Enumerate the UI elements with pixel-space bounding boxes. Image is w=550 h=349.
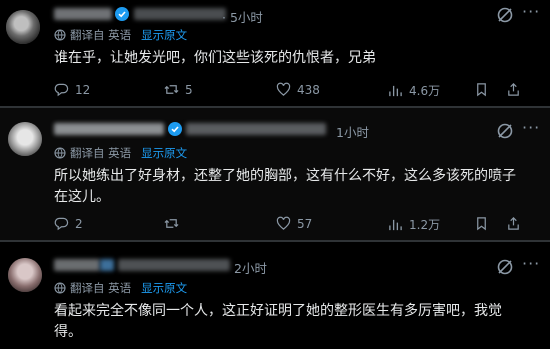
- reply-icon: [54, 83, 69, 97]
- show-original-link[interactable]: 显示原文: [141, 27, 187, 43]
- action-bar: 12 5 438 4.6万: [54, 82, 534, 98]
- views-icon: [389, 85, 402, 97]
- reply-post[interactable]: 2小时 ··· 翻译自 英语 显示原文 看起来完全不像同一个人，这正好证明了她的…: [0, 242, 550, 349]
- share-icon: [508, 83, 519, 96]
- action-bar: 2 57 1.2万: [54, 216, 534, 232]
- post-time[interactable]: 2小时: [234, 258, 267, 277]
- repost-icon: [164, 85, 179, 94]
- author-handle-redacted[interactable]: [186, 123, 326, 135]
- author-badge-redacted: [100, 259, 114, 271]
- like-button[interactable]: 57: [276, 216, 312, 231]
- author-name-redacted[interactable]: [54, 8, 112, 20]
- reply-count: 2: [75, 216, 83, 231]
- view-count: 1.2万: [409, 218, 441, 232]
- repost-button[interactable]: [164, 216, 185, 231]
- translated-from-label: 翻译自 英语: [70, 146, 132, 160]
- like-icon: [276, 216, 291, 230]
- post-text: 所以她练出了好身材，还整了她的胸部，这有什么不好，这么多该死的喷子在这儿。: [54, 168, 516, 205]
- share-button[interactable]: [506, 82, 521, 101]
- post-time[interactable]: · 5小时: [222, 7, 263, 26]
- grok-icon[interactable]: [496, 258, 514, 276]
- grok-icon[interactable]: [496, 6, 514, 24]
- translation-info: 翻译自 英语 显示原文: [54, 280, 187, 296]
- views-button[interactable]: 1.2万: [388, 216, 440, 233]
- post-time[interactable]: 1小时: [336, 122, 369, 141]
- post-text: 看起来完全不像同一个人，这正好证明了她的整形医生有多厉害吧，我觉得。: [54, 303, 502, 340]
- reply-post[interactable]: · 5小时 ··· 翻译自 英语 显示原文 谁在乎，让她发光吧，你们这些该死的仇…: [0, 0, 550, 106]
- globe-translate-icon: [54, 147, 66, 159]
- repost-button[interactable]: 5: [164, 82, 193, 97]
- globe-translate-icon: [54, 29, 66, 41]
- more-options-icon[interactable]: ···: [522, 118, 540, 137]
- repost-icon: [164, 219, 179, 228]
- translation-info: 翻译自 英语 显示原文: [54, 27, 187, 43]
- reply-icon: [54, 217, 69, 231]
- author-handle-redacted[interactable]: [134, 8, 226, 20]
- translated-from-label: 翻译自 英语: [70, 281, 132, 295]
- more-options-icon[interactable]: ···: [522, 254, 540, 273]
- reply-button[interactable]: 12: [54, 82, 90, 97]
- avatar[interactable]: [8, 258, 42, 292]
- bookmark-button[interactable]: [474, 216, 489, 235]
- like-count: 57: [297, 216, 313, 231]
- share-button[interactable]: [506, 216, 521, 235]
- reply-count: 12: [75, 82, 91, 97]
- views-button[interactable]: 4.6万: [388, 82, 440, 99]
- show-original-link[interactable]: 显示原文: [141, 145, 187, 161]
- bookmark-button[interactable]: [474, 82, 489, 101]
- author-name-redacted[interactable]: [54, 259, 100, 271]
- globe-translate-icon: [54, 282, 66, 294]
- bookmark-icon: [477, 83, 486, 97]
- more-options-icon[interactable]: ···: [522, 2, 540, 21]
- post-text: 谁在乎，让她发光吧，你们这些该死的仇恨者，兄弟: [54, 50, 376, 66]
- views-icon: [389, 219, 402, 231]
- like-count: 438: [297, 82, 320, 97]
- grok-icon[interactable]: [496, 122, 514, 140]
- author-name-redacted[interactable]: [54, 123, 164, 135]
- reply-button[interactable]: 2: [54, 216, 83, 231]
- show-original-link[interactable]: 显示原文: [141, 280, 187, 296]
- avatar[interactable]: [8, 122, 42, 156]
- bookmark-icon: [477, 217, 486, 231]
- verified-badge-icon: [168, 122, 182, 136]
- share-icon: [508, 217, 519, 230]
- like-button[interactable]: 438: [276, 82, 320, 97]
- translation-info: 翻译自 英语 显示原文: [54, 145, 187, 161]
- translated-from-label: 翻译自 英语: [70, 28, 132, 42]
- repost-count: 5: [185, 82, 193, 97]
- like-icon: [276, 82, 291, 96]
- view-count: 4.6万: [409, 84, 441, 98]
- avatar[interactable]: [6, 10, 40, 44]
- verified-badge-icon: [115, 7, 129, 21]
- reply-post[interactable]: 1小时 ··· 翻译自 英语 显示原文 所以她练出了好身材，还整了她的胸部，这有…: [0, 108, 550, 240]
- author-handle-redacted[interactable]: [118, 259, 230, 271]
